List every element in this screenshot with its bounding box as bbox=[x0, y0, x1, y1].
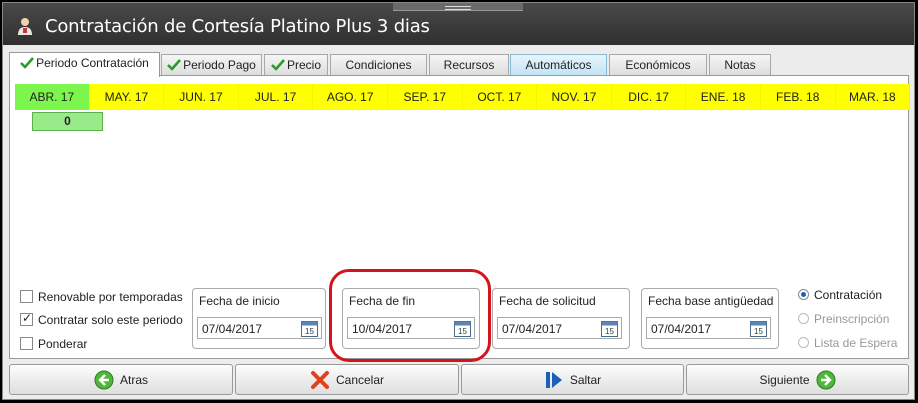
tab-label: Periodo Pago bbox=[183, 58, 256, 72]
footer-buttons: Atras Cancelar Saltar Siguiente bbox=[9, 364, 910, 395]
checkbox-label: Contratar solo este periodo bbox=[38, 313, 183, 327]
month-cell[interactable]: DIC. 17 bbox=[611, 84, 687, 110]
month-cell[interactable]: FEB. 18 bbox=[760, 84, 836, 110]
fecha-solicitud-label: Fecha de solicitud bbox=[499, 294, 596, 308]
cancel-label: Cancelar bbox=[335, 372, 385, 387]
skip-icon bbox=[545, 371, 562, 388]
dialog-window: Contratación de Cortesía Platino Plus 3 … bbox=[2, 2, 915, 400]
tab-label: Automáticos bbox=[525, 58, 592, 72]
ponderar-checkbox[interactable]: Ponderar bbox=[20, 337, 87, 351]
radio-dot bbox=[798, 313, 809, 324]
skip-button[interactable]: Saltar bbox=[461, 364, 684, 395]
radio-dot[interactable] bbox=[798, 289, 809, 300]
fecha-solicitud-input[interactable]: 07/04/2017 15 bbox=[497, 317, 622, 339]
skip-label: Saltar bbox=[569, 372, 602, 387]
month-cell[interactable]: MAR. 18 bbox=[835, 84, 911, 110]
tab-periodo-pago[interactable]: Periodo Pago bbox=[161, 54, 262, 76]
check-icon bbox=[20, 57, 35, 69]
month-cell[interactable]: SEP. 17 bbox=[387, 84, 463, 110]
radio-preinscripcion: Preinscripción bbox=[798, 312, 889, 326]
renovable-checkbox[interactable]: Renovable por temporadas bbox=[20, 290, 183, 304]
title-bar[interactable]: Contratación de Cortesía Platino Plus 3 … bbox=[3, 3, 914, 45]
next-label: Siguiente bbox=[759, 372, 810, 387]
fecha-solicitud-group: Fecha de solicitud 07/04/2017 15 bbox=[492, 288, 630, 349]
radio-dot bbox=[798, 337, 809, 348]
arrow-right-icon bbox=[816, 370, 836, 389]
solo-periodo-checkbox[interactable]: Contratar solo este periodo bbox=[20, 311, 183, 327]
tab-label: Notas bbox=[724, 58, 756, 72]
radio-label: Contratación bbox=[814, 288, 883, 302]
month-cell[interactable]: OCT. 17 bbox=[462, 84, 538, 110]
back-button[interactable]: Atras bbox=[9, 364, 233, 395]
month-cell[interactable]: JUL. 17 bbox=[238, 84, 314, 110]
calendar-icon[interactable]: 15 bbox=[750, 320, 767, 337]
checkbox-box[interactable] bbox=[20, 290, 33, 303]
fecha-inicio-label: Fecha de inicio bbox=[199, 294, 280, 308]
tab-label: Económicos bbox=[625, 58, 691, 72]
fecha-antiguedad-input[interactable]: 07/04/2017 15 bbox=[646, 317, 771, 339]
radio-contratacion[interactable]: Contratación bbox=[798, 288, 882, 302]
tab-recursos[interactable]: Recursos bbox=[429, 54, 509, 76]
tab-content-panel: ABR. 17 MAY. 17 JUN. 17 JUL. 17 AGO. 17 … bbox=[9, 75, 911, 362]
svg-text:15: 15 bbox=[305, 327, 314, 336]
month-cell[interactable]: MAY. 17 bbox=[89, 84, 165, 110]
month-count-cell[interactable]: 0 bbox=[32, 112, 103, 131]
checkbox-box[interactable] bbox=[20, 337, 33, 350]
arrow-left-icon bbox=[94, 370, 114, 389]
tab-label: Periodo Contratación bbox=[36, 56, 149, 70]
month-strip: ABR. 17 MAY. 17 JUN. 17 JUL. 17 AGO. 17 … bbox=[15, 84, 911, 110]
radio-label: Preinscripción bbox=[814, 312, 890, 326]
svg-text:15: 15 bbox=[605, 327, 614, 336]
fecha-antiguedad-value: 07/04/2017 bbox=[651, 322, 712, 336]
month-cell[interactable]: ENE. 18 bbox=[686, 84, 761, 110]
checkbox-label: Ponderar bbox=[38, 337, 88, 351]
tab-automaticos[interactable]: Automáticos bbox=[510, 54, 607, 76]
checkbox-label: Renovable por temporadas bbox=[38, 290, 183, 304]
tab-notas[interactable]: Notas bbox=[709, 54, 771, 76]
fecha-antiguedad-group: Fecha base antigüedad 07/04/2017 15 bbox=[641, 288, 779, 349]
user-icon bbox=[18, 18, 32, 35]
tab-precio[interactable]: Precio bbox=[264, 54, 328, 76]
month-cell-current[interactable]: ABR. 17 bbox=[15, 84, 90, 110]
fecha-inicio-input[interactable]: 07/04/2017 15 bbox=[197, 317, 322, 339]
tab-label: Precio bbox=[286, 58, 321, 72]
check-icon bbox=[271, 59, 285, 71]
month-cell[interactable]: NOV. 17 bbox=[537, 84, 612, 110]
month-cell[interactable]: AGO. 17 bbox=[313, 84, 388, 110]
tab-condiciones[interactable]: Condiciones bbox=[330, 54, 427, 76]
tab-label: Condiciones bbox=[345, 58, 412, 72]
radio-lista-espera: Lista de Espera bbox=[798, 336, 897, 350]
svg-text:15: 15 bbox=[754, 327, 763, 336]
tab-label: Recursos bbox=[443, 58, 495, 72]
calendar-icon[interactable]: 15 bbox=[601, 320, 618, 337]
fecha-solicitud-value: 07/04/2017 bbox=[502, 322, 563, 336]
annotation-highlight bbox=[329, 269, 491, 362]
next-button[interactable]: Siguiente bbox=[686, 364, 909, 395]
month-cell[interactable]: JUN. 17 bbox=[164, 84, 239, 110]
check-icon bbox=[167, 59, 182, 71]
tab-periodo-contratacion[interactable]: Periodo Contratación bbox=[9, 52, 160, 77]
close-icon bbox=[310, 370, 329, 389]
window-title: Contratación de Cortesía Platino Plus 3 … bbox=[45, 16, 430, 37]
drag-handle[interactable] bbox=[393, 3, 523, 11]
radio-label: Lista de Espera bbox=[814, 336, 898, 350]
tab-economicos[interactable]: Económicos bbox=[609, 54, 707, 76]
checkbox-box[interactable] bbox=[20, 311, 33, 326]
calendar-icon[interactable]: 15 bbox=[301, 320, 318, 337]
fecha-inicio-value: 07/04/2017 bbox=[202, 322, 263, 336]
fecha-inicio-group: Fecha de inicio 07/04/2017 15 bbox=[192, 288, 326, 349]
fecha-antiguedad-label: Fecha base antigüedad bbox=[648, 294, 774, 308]
back-label: Atras bbox=[119, 372, 148, 387]
cancel-button[interactable]: Cancelar bbox=[235, 364, 459, 395]
